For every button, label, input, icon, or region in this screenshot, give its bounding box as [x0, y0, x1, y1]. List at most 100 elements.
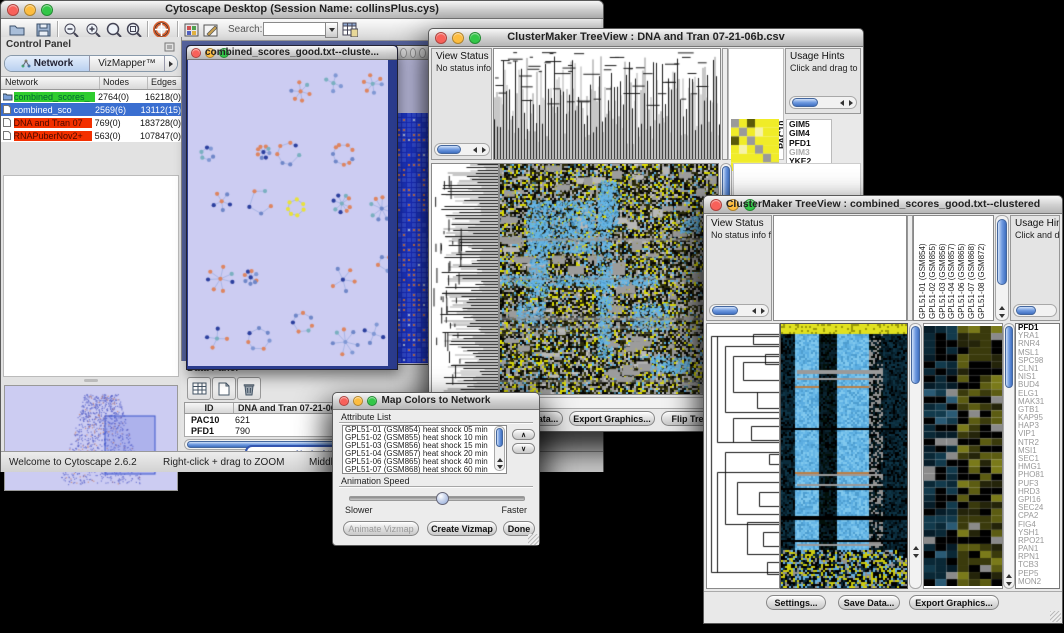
- animate-vizmap-button[interactable]: Animate Vizmap: [343, 521, 419, 536]
- dense-network-canvas[interactable]: [397, 113, 431, 363]
- network-name: DNA and Tran 07: [14, 118, 92, 128]
- search-dropdown-icon[interactable]: [325, 22, 338, 38]
- treeview2-titlebar[interactable]: ClusterMaker TreeView : combined_scores_…: [704, 196, 1062, 214]
- open-folder-icon[interactable]: [8, 21, 26, 38]
- tv1-status-hscrollbar[interactable]: [434, 143, 490, 156]
- grid-icon[interactable]: [187, 377, 211, 400]
- attribute-item[interactable]: GPL51-03 (GSM856) heat shock 15 min: [343, 442, 506, 450]
- tv2-col-label[interactable]: GPL51-01 (GSM854): [918, 243, 927, 319]
- slider-thumb[interactable]: [436, 492, 449, 505]
- tv2-view-status-text: No status info f: [711, 230, 771, 240]
- tv2-status-hscrollbar[interactable]: [709, 304, 769, 317]
- tab-network[interactable]: Network: [5, 56, 90, 71]
- trash-icon[interactable]: [237, 377, 261, 400]
- network-row[interactable]: DNA and Tran 07769(0)183728(0): [1, 116, 181, 129]
- dialog-title: Map Colors to Network: [333, 395, 539, 406]
- tv2-gene-list[interactable]: PFD1YRA1RNR4MSL1SPC98CLN1NIS1BUD4ELG1MAK…: [1015, 323, 1060, 589]
- zoom-in-icon[interactable]: [84, 21, 102, 38]
- attribute-item[interactable]: GPL51-06 (GSM865) heat shock 40 min: [343, 458, 506, 466]
- tab-overflow-arrow-icon[interactable]: [165, 56, 177, 71]
- help-icon[interactable]: [152, 21, 170, 38]
- save-icon[interactable]: [34, 21, 52, 38]
- network-edges: 107847(0): [137, 131, 181, 141]
- tv2-labels-vscrollbar[interactable]: [995, 215, 1009, 321]
- create-vizmap-button[interactable]: Create Vizmap: [427, 521, 497, 536]
- attribute-item[interactable]: GPL51-02 (GSM855) heat shock 10 min: [343, 434, 506, 442]
- tv2-usage-hscrollbar[interactable]: [1013, 304, 1057, 317]
- tv2-button-settings-[interactable]: Settings...: [766, 595, 826, 610]
- tv1-button-export-graphics-[interactable]: Export Graphics...: [569, 411, 655, 426]
- tv2-col-label[interactable]: GPL51-02 (GSM855): [928, 243, 937, 319]
- tv2-heatmap-vscrollbar[interactable]: [909, 323, 922, 589]
- resize-grip[interactable]: [528, 534, 539, 545]
- treeview-window-combined: ClusterMaker TreeView : combined_scores_…: [703, 195, 1063, 624]
- tv1-row-dendrogram[interactable]: [431, 163, 499, 395]
- map-colors-dialog: Map Colors to Network Attribute List GPL…: [332, 392, 540, 546]
- main-window-title: Cytoscape Desktop (Session Name: collins…: [1, 3, 603, 15]
- zoom-fit-icon[interactable]: [105, 21, 123, 38]
- tv2-usage-title: Usage Hints: [1015, 218, 1059, 229]
- tv2-column-dendrogram[interactable]: [773, 215, 907, 321]
- control-panel: Control Panel Network VizMapper™ Network: [1, 37, 182, 459]
- network-overview-canvas[interactable]: [4, 385, 178, 491]
- gene-label[interactable]: MON2: [1016, 578, 1059, 586]
- main-titlebar[interactable]: Cytoscape Desktop (Session Name: collins…: [1, 1, 603, 19]
- network-nodes: 563(0): [92, 131, 137, 141]
- tv2-zoom-heatmap[interactable]: [923, 323, 1003, 589]
- network-view-titlebar[interactable]: combined_scores_good.txt--cluste...: [187, 46, 397, 60]
- control-panel-title: Control Panel: [6, 39, 71, 50]
- annotation-icon[interactable]: [202, 21, 220, 38]
- network-tab-icon: [21, 59, 31, 68]
- attribute-item[interactable]: GPL51-04 (GSM857) heat shock 20 min: [343, 450, 506, 458]
- network-list-area[interactable]: [3, 175, 179, 377]
- network-row[interactable]: RNAPuberNov2+563(0)107847(0): [1, 129, 181, 142]
- attribute-item[interactable]: GPL51-01 (GSM854) heat shock 05 min: [343, 426, 506, 434]
- tv1-column-dendrogram[interactable]: [493, 48, 721, 160]
- tv2-usage-text: Click and drag: [1015, 230, 1059, 240]
- network-table-body: combined_scores_2764(0)16218(0)combined_…: [1, 90, 181, 142]
- minimize-icon[interactable]: [410, 48, 417, 58]
- network-row[interactable]: combined_sco2569(6)13112(15): [1, 103, 181, 116]
- animation-speed-slider[interactable]: [349, 496, 525, 501]
- move-up-button[interactable]: ∧: [512, 429, 535, 440]
- close-icon[interactable]: [400, 48, 407, 58]
- tv2-usage-panel: Usage Hints Click and drag: [1010, 215, 1060, 321]
- vizmap-icon[interactable]: [182, 21, 200, 38]
- tv1-usage-text: Click and drag to: [790, 63, 860, 73]
- network-canvas[interactable]: [188, 60, 388, 366]
- zoom-window-icon[interactable]: [419, 48, 426, 58]
- tv2-button-save-data-[interactable]: Save Data...: [838, 595, 900, 610]
- attribute-item[interactable]: GPL51-07 (GSM868) heat shock 60 min: [343, 466, 506, 474]
- tv1-usage-hscrollbar[interactable]: [789, 96, 857, 109]
- tab-vizmapper[interactable]: VizMapper™: [90, 56, 165, 71]
- tv2-col-label[interactable]: GPL51-07 (GSM868): [967, 243, 976, 319]
- zoom-selected-icon[interactable]: [125, 21, 143, 38]
- resize-grip[interactable]: [1050, 611, 1061, 622]
- network-row[interactable]: combined_scores_2764(0)16218(0): [1, 90, 181, 103]
- new-doc-icon[interactable]: [212, 377, 236, 400]
- network-table-header: Network Nodes Edges: [1, 76, 181, 90]
- dialog-titlebar[interactable]: Map Colors to Network: [333, 393, 539, 410]
- tv2-row-dendrogram[interactable]: [706, 323, 780, 589]
- tv2-zoom-vscrollbar[interactable]: [1003, 323, 1015, 589]
- move-down-button[interactable]: ∨: [512, 443, 535, 454]
- tv2-col-label[interactable]: GPL51-06 (GSM865): [957, 243, 966, 319]
- tv2-col-label[interactable]: GPL51-08 (GSM872): [977, 243, 986, 319]
- search-input[interactable]: [263, 22, 327, 36]
- splitter-handle[interactable]: [3, 377, 179, 383]
- tv2-col-label[interactable]: GPL51-03 (GSM856): [938, 243, 947, 319]
- tv2-button-export-graphics-[interactable]: Export Graphics...: [909, 595, 999, 610]
- network-name: combined_scores_: [14, 92, 95, 102]
- network-nodes: 769(0): [92, 118, 137, 128]
- tv1-heatmap[interactable]: [499, 163, 719, 395]
- tv1-view-status-title: View Status: [436, 51, 491, 62]
- tv2-heatmap[interactable]: [780, 323, 908, 589]
- background-window-titlebar[interactable]: [397, 46, 431, 60]
- tv2-col-label[interactable]: GPL51-04 (GSM857): [947, 243, 956, 319]
- treeview1-titlebar[interactable]: ClusterMaker TreeView : DNA and Tran 07-…: [429, 29, 863, 47]
- tv2-view-status-title: View Status: [711, 218, 771, 229]
- attribute-table-icon[interactable]: [341, 21, 359, 38]
- dialog-list-vscrollbar[interactable]: [494, 426, 505, 471]
- zoom-out-icon[interactable]: [62, 21, 80, 38]
- dialog-attribute-list[interactable]: GPL51-01 (GSM854) heat shock 05 minGPL51…: [342, 425, 507, 474]
